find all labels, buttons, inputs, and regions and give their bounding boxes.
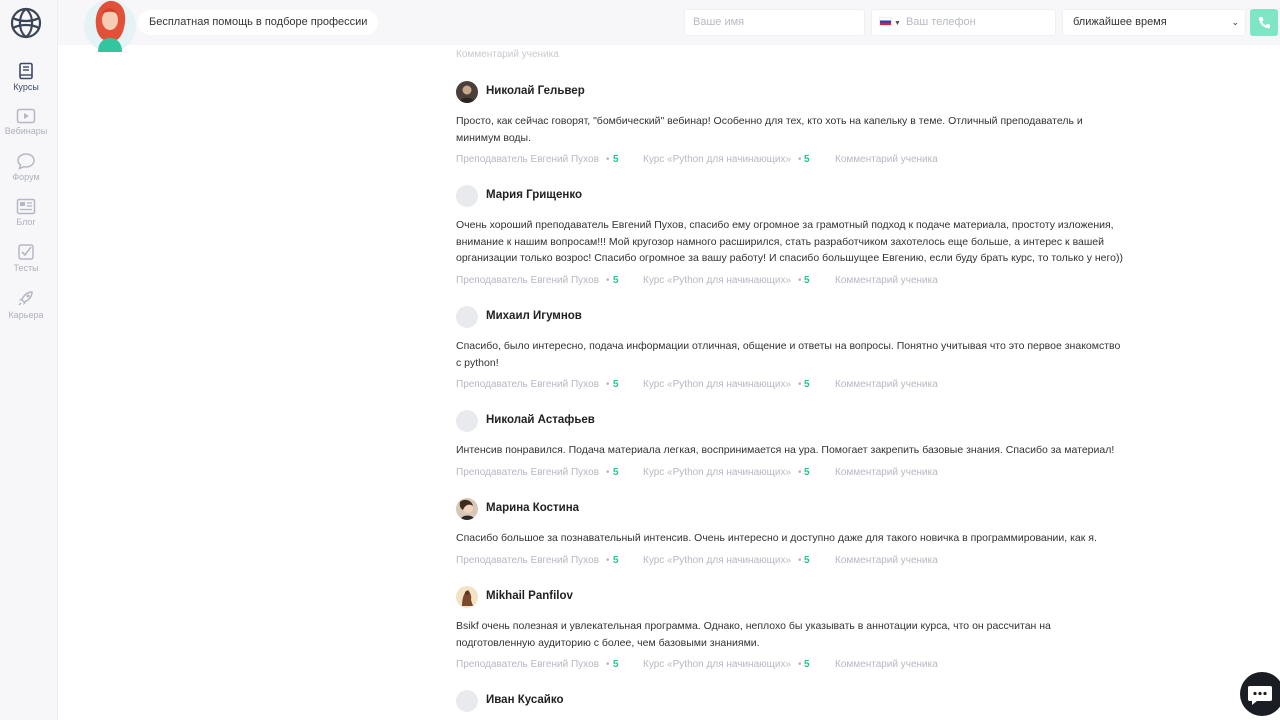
course-score: 5 <box>804 467 810 478</box>
avatar <box>456 498 478 520</box>
review-text: Bsikf очень полезная и увлекательная про… <box>456 620 1051 649</box>
teacher-label[interactable]: Преподаватель Евгений Пухов <box>456 379 599 390</box>
comment-label[interactable]: Комментарий ученика <box>835 275 938 286</box>
avatar <box>456 185 478 207</box>
teacher-score: 5 <box>613 467 619 478</box>
time-select-value: ближайшее время <box>1073 16 1167 28</box>
review-text: Спасибо большое за познавательный интенс… <box>456 532 1097 544</box>
avatar <box>456 410 478 432</box>
phone-icon <box>1258 17 1270 29</box>
course-score: 5 <box>804 275 810 286</box>
teacher-score: 5 <box>613 659 619 670</box>
play-icon <box>16 108 36 124</box>
teacher-label[interactable]: Преподаватель Евгений Пухов <box>456 659 599 670</box>
avatar <box>456 586 478 608</box>
dot-separator: • <box>798 275 802 286</box>
teacher-label[interactable]: Преподаватель Евгений Пухов <box>456 555 599 566</box>
review-text: Просто, как сейчас говорят, "бомбический… <box>456 115 1083 144</box>
sidebar-item-label: Форум <box>12 172 40 182</box>
dot-separator: • <box>606 154 610 165</box>
avatar <box>456 690 478 712</box>
sidebar-item-label: Курсы <box>13 82 39 92</box>
course-label[interactable]: Курс «Python для начинающих» <box>643 467 791 478</box>
reviewer-name: Mikhail Panfilov <box>486 590 573 602</box>
consultant-avatar <box>84 0 136 52</box>
sidebar: Курсы Вебинары Форум Блог Тесты Карьера <box>0 0 58 720</box>
chat-widget-button[interactable] <box>1240 672 1280 716</box>
dot-separator: • <box>606 659 610 670</box>
review-text: Спасибо, было интересно, подача информац… <box>456 340 1121 369</box>
message-icon <box>1248 686 1272 705</box>
rocket-icon <box>18 291 33 306</box>
help-banner[interactable]: Бесплатная помощь в подборе профессии <box>138 10 379 35</box>
sidebar-item-courses[interactable]: Курсы <box>0 62 52 92</box>
teacher-score: 5 <box>613 154 619 165</box>
review-text: Очень хороший преподаватель Евгений Пухо… <box>456 219 1123 264</box>
comment-label[interactable]: Комментарий ученика <box>835 467 938 478</box>
book-icon <box>19 62 33 80</box>
sidebar-item-label: Тесты <box>13 263 39 273</box>
course-score: 5 <box>804 379 810 390</box>
avatar <box>456 306 478 328</box>
reviewer-name: Мария Грищенко <box>486 189 582 201</box>
dot-separator: • <box>798 379 802 390</box>
reviewer-name: Николай Астафьев <box>486 414 595 426</box>
teacher-score: 5 <box>613 555 619 566</box>
dot-separator: • <box>606 555 610 566</box>
teacher-label[interactable]: Преподаватель Евгений Пухов <box>456 275 599 286</box>
reviewer-name: Михаил Игумнов <box>486 310 582 322</box>
chevron-down-icon[interactable]: ▼ <box>894 20 901 27</box>
review-text: Интенсив понравился. Подача материала ле… <box>456 444 1115 456</box>
comment-label[interactable]: Комментарий ученика <box>456 49 559 60</box>
chat-icon <box>17 153 35 170</box>
sidebar-item-tests[interactable]: Тесты <box>0 243 52 273</box>
avatar <box>456 81 478 103</box>
dot-separator: • <box>798 659 802 670</box>
teacher-score: 5 <box>613 275 619 286</box>
course-score: 5 <box>804 154 810 165</box>
course-score: 5 <box>804 659 810 670</box>
logo-icon[interactable] <box>8 5 44 41</box>
sidebar-item-webinars[interactable]: Вебинары <box>0 108 52 136</box>
call-button[interactable] <box>1250 9 1278 36</box>
dot-separator: • <box>798 467 802 478</box>
comment-label[interactable]: Комментарий ученика <box>835 154 938 165</box>
phone-placeholder: Ваш телефон <box>905 16 976 28</box>
checkbox-icon <box>18 244 34 260</box>
sidebar-item-label: Блог <box>16 217 36 227</box>
course-score: 5 <box>804 555 810 566</box>
header: Бесплатная помощь в подборе профессии Ва… <box>58 0 1280 52</box>
sidebar-item-forum[interactable]: Форум <box>0 152 52 182</box>
dot-separator: • <box>606 379 610 390</box>
comment-label[interactable]: Комментарий ученика <box>835 555 938 566</box>
course-label[interactable]: Курс «Python для начинающих» <box>643 555 791 566</box>
dot-separator: • <box>798 154 802 165</box>
time-select[interactable]: ближайшее время ⌄ <box>1062 9 1246 36</box>
teacher-score: 5 <box>613 379 619 390</box>
teacher-label[interactable]: Преподаватель Евгений Пухов <box>456 154 599 165</box>
course-label[interactable]: Курс «Python для начинающих» <box>643 275 791 286</box>
comment-label[interactable]: Комментарий ученика <box>835 659 938 670</box>
course-label[interactable]: Курс «Python для начинающих» <box>643 154 791 165</box>
news-icon <box>16 198 36 215</box>
sidebar-item-career[interactable]: Карьера <box>0 288 52 320</box>
sidebar-item-blog[interactable]: Блог <box>0 198 52 227</box>
sidebar-item-label: Карьера <box>8 310 44 320</box>
dot-separator: • <box>606 275 610 286</box>
name-field[interactable]: Ваше имя <box>684 9 865 36</box>
reviewer-name: Марина Костина <box>486 502 580 514</box>
dot-separator: • <box>606 467 610 478</box>
chevron-down-icon: ⌄ <box>1231 17 1239 27</box>
reviewer-name: Николай Гельвер <box>486 85 585 97</box>
phone-field[interactable]: ▼ Ваш телефон <box>871 9 1056 36</box>
dot-separator: • <box>798 555 802 566</box>
russia-flag-icon[interactable] <box>879 17 892 26</box>
teacher-label[interactable]: Преподаватель Евгений Пухов <box>456 467 599 478</box>
sidebar-item-label: Вебинары <box>4 126 48 136</box>
course-label[interactable]: Курс «Python для начинающих» <box>643 659 791 670</box>
comment-label[interactable]: Комментарий ученика <box>835 379 938 390</box>
reviewer-name: Иван Кусайко <box>486 694 564 706</box>
course-label[interactable]: Курс «Python для начинающих» <box>643 379 791 390</box>
